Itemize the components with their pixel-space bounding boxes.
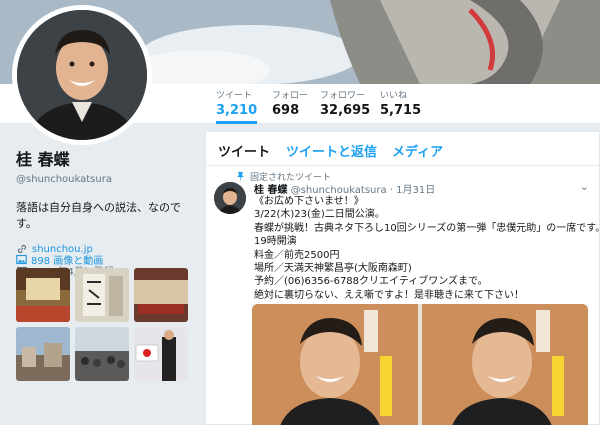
stat-following-value: 698 — [272, 103, 300, 118]
photo-thumb[interactable] — [16, 268, 70, 322]
stat-followers-value: 32,695 — [320, 103, 371, 118]
stat-likes[interactable]: いいね 5,715 — [380, 90, 421, 120]
tab-tweets[interactable]: ツイート — [218, 141, 270, 160]
tab-media[interactable]: メディア — [392, 141, 443, 160]
pin-icon — [237, 171, 244, 182]
stat-followers-label: フォロワー — [320, 91, 366, 101]
profile-avatar[interactable] — [12, 5, 152, 145]
chevron-down-icon[interactable]: ⌄ — [580, 180, 589, 193]
stat-likes-value: 5,715 — [380, 103, 422, 118]
tweet-line: 料金／前売2500円 — [254, 249, 340, 261]
photos-videos-link[interactable]: 898 画像と動画 — [16, 252, 103, 267]
profile-name[interactable]: 桂 春蝶 — [16, 146, 196, 170]
tweet-line: 3/22(木)23(金)二日間公演。 — [254, 209, 385, 221]
tweet-image[interactable] — [252, 304, 588, 425]
timeline-tabs: ツイート ツイートと返信 メディア — [206, 132, 599, 166]
tab-tweets-and-replies[interactable]: ツイートと返信 — [286, 141, 377, 160]
stat-tweets[interactable]: ツイート 3,210 — [216, 90, 258, 124]
tweet-header: 桂 春蝶 @shunchoukatsura · 1月31日 — [254, 181, 435, 196]
stat-followers[interactable]: フォロワー 32,695 — [320, 90, 370, 120]
tweet-line: 《お広め下さいませ！》 — [254, 196, 364, 207]
stat-likes-label: いいね — [380, 91, 408, 101]
event-poster-image — [252, 304, 588, 425]
tweet-line: 絶対に裏切らない、ええ噺ですよ！是非聴きに来て下さい！ — [254, 289, 524, 301]
photo-thumb[interactable] — [134, 327, 188, 381]
tweet-avatar[interactable] — [214, 182, 246, 214]
photos-videos-label: 898 画像と動画 — [31, 256, 104, 267]
photo-thumb[interactable] — [134, 268, 188, 322]
tweet-line: 場所／天満天神繁昌亭(大阪南森町) — [254, 263, 412, 275]
profile-handle[interactable]: @shunchoukatsura — [16, 174, 196, 185]
tweet-line: 春蝶が挑戦！古典ネタ下ろし10回シリーズの第一弾「忠僕元助」の一席です。 — [254, 222, 600, 234]
stat-following[interactable]: フォロー 698 — [272, 90, 308, 120]
photo-thumb[interactable] — [75, 268, 129, 322]
stat-tweets-value: 3,210 — [216, 103, 258, 118]
image-icon — [16, 254, 27, 265]
tweet-line: 予約／(06)6356-6788クリエイティブワンズまで。 — [254, 276, 488, 288]
stat-tweets-label: ツイート — [216, 91, 253, 101]
timeline-panel: ツイート ツイートと返信 メディア 固定されたツイート 桂 春蝶 @shunch… — [205, 131, 600, 425]
photo-thumb[interactable] — [75, 327, 129, 381]
photo-thumb[interactable] — [16, 327, 70, 381]
tweet-line: 19時開演 — [254, 236, 297, 248]
profile-bio: 落語は自分自身への説法、なのです。 — [16, 201, 181, 230]
tweet-text: 《お広め下さいませ！》 3/22(木)23(金)二日間公演。 春蝶が挑戦！古典ネ… — [254, 195, 600, 302]
avatar-photo — [17, 10, 147, 140]
stat-following-label: フォロー — [272, 91, 309, 101]
